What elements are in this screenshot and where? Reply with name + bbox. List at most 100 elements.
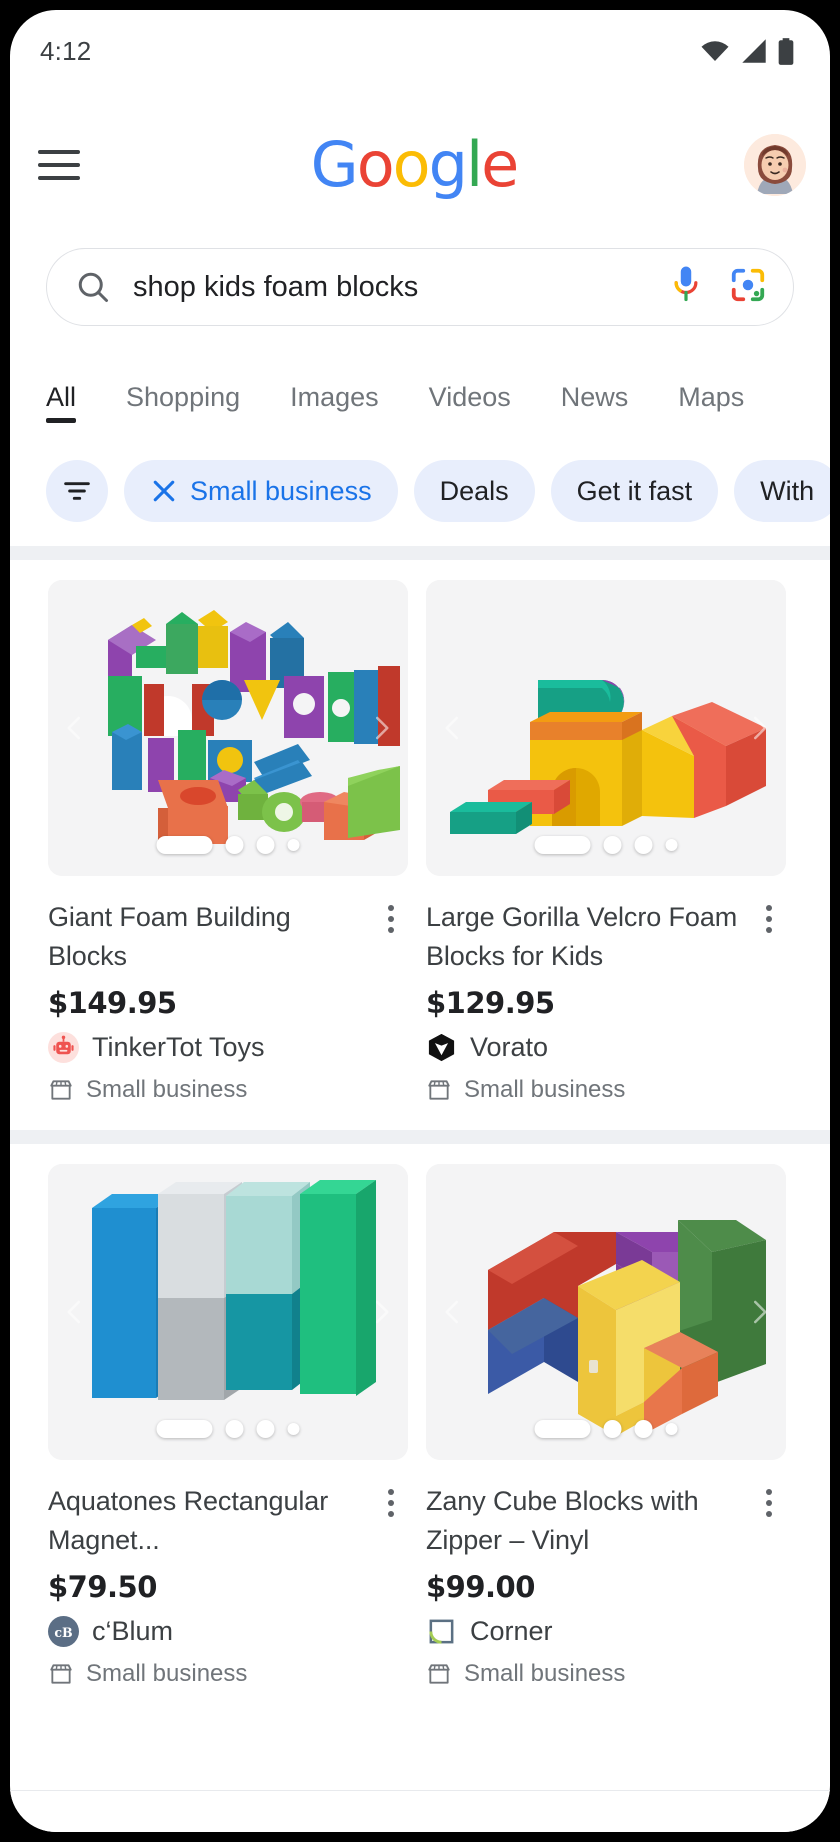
storefront-icon	[428, 1664, 450, 1684]
product-photo-zany-cube	[426, 1164, 786, 1460]
carousel-dot-active[interactable]	[156, 836, 213, 854]
carousel-dot[interactable]	[256, 1420, 275, 1438]
carousel-dot[interactable]	[634, 836, 653, 854]
corner-square-logo	[429, 1619, 454, 1644]
product-price: $149.95	[48, 986, 177, 1020]
chevron-right-icon[interactable]	[744, 1297, 774, 1327]
carousel-dot-active[interactable]	[156, 1420, 213, 1438]
small-business-badge: Small business	[48, 1660, 408, 1688]
product-card-aquatones-rectangular-magnet[interactable]: Aquatones Rectangular Magnet... $79.50 c…	[48, 1164, 408, 1688]
product-info: Large Gorilla Velcro Foam Blocks for Kid…	[426, 876, 786, 1104]
chip-small-business[interactable]: Small business	[124, 460, 398, 522]
more-options-icon[interactable]	[754, 902, 784, 936]
carousel-dot[interactable]	[256, 836, 275, 854]
tab-videos[interactable]: Videos	[429, 382, 511, 423]
carousel-dot-active[interactable]	[534, 1420, 591, 1438]
product-card-giant-foam-building-blocks[interactable]: Giant Foam Building Blocks $149.95 Tinke…	[48, 580, 408, 1104]
chevron-right-icon[interactable]	[366, 1297, 396, 1327]
product-image-carousel[interactable]	[426, 1164, 786, 1460]
product-title[interactable]: Zany Cube Blocks with Zipper – Vinyl	[426, 1482, 786, 1560]
product-price: $99.00	[426, 1570, 535, 1604]
product-price: $79.50	[48, 1570, 157, 1604]
user-avatar[interactable]	[744, 134, 806, 196]
product-title[interactable]: Large Gorilla Velcro Foam Blocks for Kid…	[426, 898, 786, 976]
small-business-badge: Small business	[48, 1076, 408, 1104]
microphone-icon[interactable]	[669, 265, 703, 310]
small-business-badge: Small business	[426, 1076, 786, 1104]
filter-tune-chip[interactable]	[46, 460, 108, 522]
product-price: $129.95	[426, 986, 555, 1020]
status-bar: 4:12	[10, 10, 830, 92]
carousel-dot[interactable]	[287, 1423, 300, 1435]
product-photo-velcro-blocks	[426, 580, 786, 876]
chip-deals[interactable]: Deals	[413, 460, 535, 522]
product-title[interactable]: Aquatones Rectangular Magnet...	[48, 1482, 408, 1560]
more-options-icon[interactable]	[376, 902, 406, 936]
carousel-dot-active[interactable]	[534, 836, 591, 854]
chevron-left-icon[interactable]	[60, 1297, 90, 1327]
filter-tune-icon	[64, 482, 90, 500]
search-bar[interactable]	[46, 248, 794, 326]
carousel-dot[interactable]	[665, 839, 678, 851]
chevron-right-icon[interactable]	[366, 713, 396, 743]
google-lens-icon[interactable]	[729, 266, 767, 309]
carousel-dot[interactable]	[603, 1420, 622, 1438]
tab-maps[interactable]: Maps	[678, 382, 744, 423]
chevron-left-icon[interactable]	[438, 1297, 468, 1327]
chevron-left-icon[interactable]	[60, 713, 90, 743]
product-card-zany-cube-blocks[interactable]: Zany Cube Blocks with Zipper – Vinyl $99…	[426, 1164, 786, 1688]
carousel-dots[interactable]	[534, 836, 678, 854]
product-card-large-gorilla-velcro-foam-blocks[interactable]: Large Gorilla Velcro Foam Blocks for Kid…	[426, 580, 786, 1104]
more-options-icon[interactable]	[754, 1486, 784, 1520]
product-merchant[interactable]: Corner	[426, 1616, 786, 1647]
product-image-carousel[interactable]	[48, 580, 408, 876]
storefront-icon	[50, 1664, 72, 1684]
product-merchant[interactable]: cB c‘Blum	[48, 1616, 408, 1647]
product-photo-aquatone-blocks	[48, 1164, 408, 1460]
status-icons	[700, 37, 794, 65]
chip-get-it-fast[interactable]: Get it fast	[550, 460, 719, 522]
chevron-left-icon[interactable]	[438, 713, 468, 743]
more-options-icon[interactable]	[376, 1486, 406, 1520]
product-merchant[interactable]: Vorato	[426, 1032, 786, 1063]
search-input[interactable]	[133, 270, 669, 304]
product-merchant[interactable]: TinkerTot Toys	[48, 1032, 408, 1063]
product-photo-foam-blocks	[48, 580, 408, 876]
tab-shopping[interactable]: Shopping	[126, 382, 240, 423]
bottom-nav-bar	[10, 1790, 830, 1832]
carousel-dot[interactable]	[603, 836, 622, 854]
carousel-dots[interactable]	[156, 1420, 300, 1438]
wifi-icon	[701, 41, 729, 61]
cellular-signal-icon	[742, 39, 766, 63]
merchant-name: Corner	[470, 1616, 553, 1646]
battery-icon	[778, 37, 794, 65]
small-business-badge: Small business	[426, 1660, 786, 1688]
chevron-right-icon[interactable]	[744, 713, 774, 743]
product-image-carousel[interactable]	[426, 580, 786, 876]
product-image-carousel[interactable]	[48, 1164, 408, 1460]
tab-images[interactable]: Images	[290, 382, 379, 423]
product-row-1: Giant Foam Building Blocks $149.95 Tinke…	[10, 560, 830, 1130]
carousel-dot[interactable]	[287, 839, 300, 851]
small-business-label: Small business	[464, 1660, 626, 1687]
chip-with[interactable]: With	[734, 460, 830, 522]
carousel-dots[interactable]	[156, 836, 300, 854]
google-logo: Google	[310, 128, 520, 201]
search-result-tabs[interactable]: All Shopping Images Videos News Maps	[10, 382, 830, 440]
carousel-dot[interactable]	[225, 836, 244, 854]
close-x-icon[interactable]	[150, 477, 178, 505]
tab-news[interactable]: News	[561, 382, 629, 423]
carousel-dot[interactable]	[665, 1423, 678, 1435]
product-row-2: Aquatones Rectangular Magnet... $79.50 c…	[10, 1144, 830, 1714]
tab-all[interactable]: All	[46, 382, 77, 423]
carousel-dot[interactable]	[225, 1420, 244, 1438]
phone-device-frame: 4:12 Google shop kids foam blocks All Sh…	[0, 0, 840, 1842]
carousel-dots[interactable]	[534, 1420, 678, 1438]
product-title[interactable]: Giant Foam Building Blocks	[48, 898, 408, 976]
carousel-dot[interactable]	[634, 1420, 653, 1438]
product-info: Aquatones Rectangular Magnet... $79.50 c…	[48, 1460, 408, 1688]
filter-chips-row[interactable]: Small business Deals Get it fast With	[10, 456, 830, 526]
chip-label-deals: Deals	[439, 475, 509, 506]
chip-label-get-it-fast: Get it fast	[576, 475, 693, 506]
hamburger-menu-icon[interactable]	[38, 142, 84, 188]
